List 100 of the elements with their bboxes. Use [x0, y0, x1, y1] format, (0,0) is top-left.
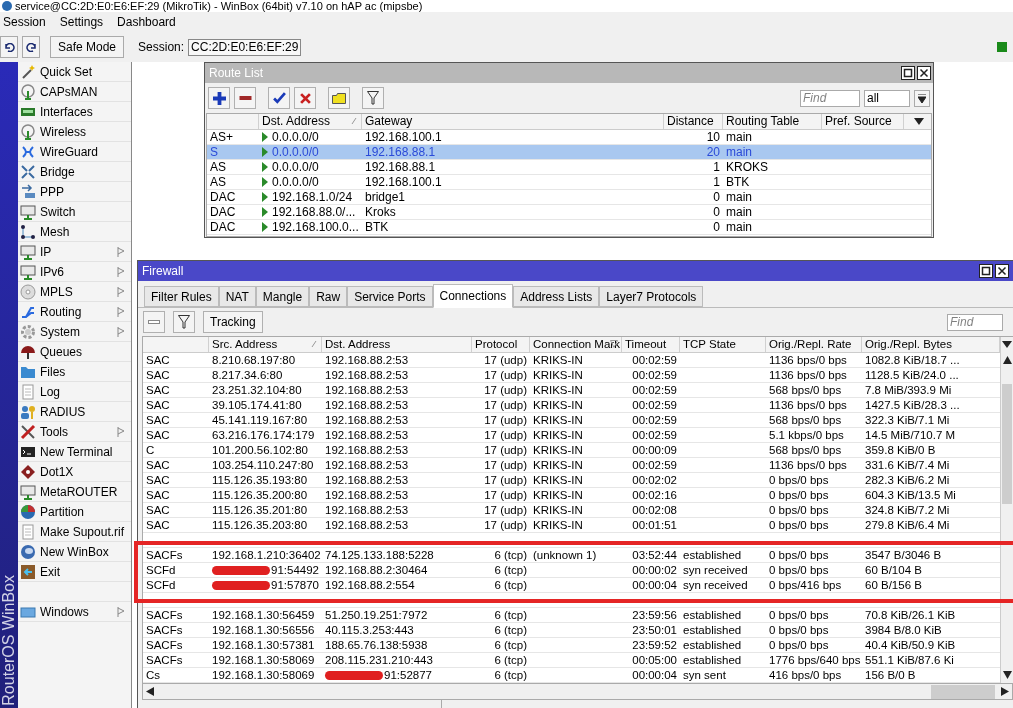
column-header[interactable]: TCP State: [680, 337, 766, 352]
sidebar-item[interactable]: New WinBox: [18, 542, 131, 562]
connection-row[interactable]: SAC 115.126.35.200:80 192.168.88.2:53 17 (udp) KRIKS-IN 00:02:16 0 bps/0 bps 604.3 KiB/13.5 Mi: [143, 488, 1000, 503]
connection-row[interactable]: SACFs 192.168.1.30:56459 51.250.19.251:7972 6 (tcp) 23:59:56 established 0 bps/0 bps 70.8 KiB/26.1 KiB: [143, 608, 1000, 623]
sidebar-item[interactable]: Switch: [18, 202, 131, 222]
column-header[interactable]: Connection Mark: [530, 337, 622, 352]
sidebar-item[interactable]: Make Supout.rif: [18, 522, 131, 542]
column-header[interactable]: Gateway: [362, 114, 664, 129]
tab[interactable]: Layer7 Protocols: [599, 286, 704, 307]
connection-row[interactable]: SAC 23.251.32.104:80 192.168.88.2:53 17 (udp) KRIKS-IN 00:02:59 568 bps/0 bps 7.8 MiB/393.9 Mi: [143, 383, 1000, 398]
sidebar-item[interactable]: RADIUS: [18, 402, 131, 422]
tab[interactable]: Address Lists: [513, 286, 600, 307]
tab[interactable]: NAT: [218, 286, 256, 307]
connection-row[interactable]: SAC 45.141.119.167:80 192.168.88.2:53 17 (udp) KRIKS-IN 00:02:59 568 bps/0 bps 322.3 KiB/7.1 Mi: [143, 413, 1000, 428]
column-header[interactable]: Distance: [664, 114, 723, 129]
scroll-left-icon[interactable]: [146, 687, 154, 696]
sidebar-item[interactable]: PPP: [18, 182, 131, 202]
restore-icon[interactable]: [979, 264, 993, 278]
column-header[interactable]: Orig./Repl. Rate: [766, 337, 862, 352]
session-field[interactable]: CC:2D:E0:E6:EF:29: [188, 38, 302, 56]
connection-row[interactable]: SCFd 91:57870 192.168.88.2:554 6 (tcp) 00:00:04 syn received 0 bps/416 bps 60 B/156 B: [143, 578, 1000, 593]
column-header[interactable]: Routing Table: [723, 114, 822, 129]
connection-row[interactable]: SAC 39.105.174.41:80 192.168.88.2:53 17 (udp) KRIKS-IN 00:02:59 1136 bps/0 bps 1427.5 KiB/28.3 ...: [143, 398, 1000, 413]
connection-row[interactable]: SCFd 91:54492 192.168.88.2:30464 6 (tcp) 00:00:02 syn received 0 bps/0 bps 60 B/104 B: [143, 563, 1000, 578]
menu-item[interactable]: Session: [3, 13, 46, 31]
scroll-down-icon[interactable]: [1002, 671, 1012, 679]
connection-row[interactable]: Cs 192.168.1.30:58069 91:52877 6 (tcp) 00:00:04 syn sent 416 bps/0 bps 156 B/0 B: [143, 668, 1000, 683]
sidebar-item[interactable]: Bridge: [18, 162, 131, 182]
connection-row[interactable]: SACFs 192.168.1.30:58069 208.115.231.210:443 6 (tcp) 00:05:00 established 1776 bps/640 bps 551.1 KiB/87.6 Ki: [143, 653, 1000, 668]
sidebar-item[interactable]: Queues: [18, 342, 131, 362]
sidebar-item[interactable]: Routing: [18, 302, 131, 322]
scrollbar-thumb[interactable]: [1002, 384, 1012, 504]
route-row[interactable]: AS+ 0.0.0.0/0 192.168.100.1 10 main: [207, 130, 931, 145]
column-header[interactable]: Pref. Source: [822, 114, 904, 129]
column-menu-icon[interactable]: [913, 118, 924, 125]
filter-button[interactable]: [173, 311, 195, 333]
tab[interactable]: Raw: [309, 286, 348, 307]
sidebar-item[interactable]: WireGuard: [18, 142, 131, 162]
connection-row[interactable]: SACFs 192.168.1.30:56556 40.115.3.253:443 6 (tcp) 23:50:01 established 0 bps/0 bps 3984 B/8.0 KiB: [143, 623, 1000, 638]
remove-button[interactable]: [143, 311, 165, 333]
column-header[interactable]: Protocol: [472, 337, 530, 352]
tab[interactable]: Filter Rules: [144, 286, 219, 307]
tab[interactable]: Mangle: [255, 286, 310, 307]
scroll-right-icon[interactable]: [1001, 687, 1009, 696]
find-field[interactable]: Find: [947, 313, 1003, 331]
sidebar-item[interactable]: Windows: [18, 602, 131, 622]
sidebar-item[interactable]: CAPsMAN: [18, 82, 131, 102]
connection-row[interactable]: SAC 8.210.68.197:80 192.168.88.2:53 17 (udp) KRIKS-IN 00:02:59 1136 bps/0 bps 1082.8 KiB/18.7 ...: [143, 353, 1000, 368]
undo-button[interactable]: [0, 36, 18, 58]
connection-row[interactable]: SACFs 192.168.1.210:36402 74.125.133.188:5228 6 (tcp) (unknown 1) 03:52:44 established 0 bps/0 bps 3547 B/3046 B: [143, 548, 1000, 563]
column-menu-icon[interactable]: [1002, 341, 1012, 348]
sidebar-item[interactable]: Dot1X: [18, 462, 131, 482]
safe-mode-button[interactable]: Safe Mode: [50, 36, 125, 58]
connection-row[interactable]: SAC 115.126.35.203:80 192.168.88.2:53 17 (udp) KRIKS-IN 00:01:51 0 bps/0 bps 279.8 KiB/6.4 Mi: [143, 518, 1000, 533]
filter-button[interactable]: [362, 87, 384, 109]
close-icon[interactable]: [995, 264, 1009, 278]
scrollbar-thumb[interactable]: [931, 684, 995, 699]
dropdown-button[interactable]: [914, 89, 930, 107]
scroll-up-icon[interactable]: [1002, 356, 1012, 364]
route-row[interactable]: AS 0.0.0.0/0 192.168.88.1 1 KROKS: [207, 160, 931, 175]
connection-row[interactable]: SAC 103.254.110.247:80 192.168.88.2:53 17 (udp) KRIKS-IN 00:02:59 1136 bps/0 bps 331.6 KiB/7.4 Mi: [143, 458, 1000, 473]
sidebar-item[interactable]: Exit: [18, 562, 131, 582]
tab[interactable]: Connections: [432, 284, 514, 308]
sidebar-item[interactable]: MetaROUTER: [18, 482, 131, 502]
sidebar-item[interactable]: System: [18, 322, 131, 342]
connection-row[interactable]: SAC 8.217.34.6:80 192.168.88.2:53 17 (udp) KRIKS-IN 00:02:59 1136 bps/0 bps 1128.5 KiB/24.0 ...: [143, 368, 1000, 383]
route-row[interactable]: AS 0.0.0.0/0 192.168.100.1 1 BTK: [207, 175, 931, 190]
column-header[interactable]: Dst. Address: [322, 337, 472, 352]
close-icon[interactable]: [917, 66, 931, 80]
connection-row[interactable]: SAC 115.126.35.201:80 192.168.88.2:53 17 (udp) KRIKS-IN 00:02:08 0 bps/0 bps 324.8 KiB/7.2 Mi: [143, 503, 1000, 518]
sidebar-item[interactable]: MPLS: [18, 282, 131, 302]
sidebar-item[interactable]: Quick Set: [18, 62, 131, 82]
comment-button[interactable]: [328, 87, 350, 109]
connection-row[interactable]: SACFs 192.168.1.30:57381 188.65.76.138:5938 6 (tcp) 23:59:52 established 0 bps/0 bps 40.4 KiB/50.9 KiB: [143, 638, 1000, 653]
sidebar-item[interactable]: Wireless: [18, 122, 131, 142]
tracking-button[interactable]: Tracking: [203, 311, 263, 333]
route-row[interactable]: DAC 192.168.100.0... BTK 0 main: [207, 220, 931, 235]
sidebar-item[interactable]: Mesh: [18, 222, 131, 242]
menu-item[interactable]: Settings: [59, 13, 104, 31]
column-header[interactable]: Dst. Address: [259, 114, 362, 129]
sidebar-item[interactable]: IPv6: [18, 262, 131, 282]
column-header[interactable]: Timeout: [622, 337, 680, 352]
sidebar-item[interactable]: Tools: [18, 422, 131, 442]
route-row[interactable]: DAC 192.168.1.0/24 bridge1 0 main: [207, 190, 931, 205]
route-row[interactable]: DAC 192.168.88.0/... Kroks 0 main: [207, 205, 931, 220]
sidebar-item[interactable]: Partition: [18, 502, 131, 522]
connection-row[interactable]: SAC 63.216.176.174:179 192.168.88.2:53 17 (udp) KRIKS-IN 00:02:59 5.1 kbps/0 bps 14.5 MiB/710.7 M: [143, 428, 1000, 443]
remove-button[interactable]: [234, 87, 256, 109]
filter-dropdown[interactable]: all: [864, 89, 910, 107]
disable-button[interactable]: [294, 87, 316, 109]
restore-icon[interactable]: [901, 66, 915, 80]
enable-button[interactable]: [268, 87, 290, 109]
connection-row[interactable]: SAC 115.126.35.193:80 192.168.88.2:53 17 (udp) KRIKS-IN 00:02:02 0 bps/0 bps 282.3 KiB/6.2 Mi: [143, 473, 1000, 488]
menu-item[interactable]: Dashboard: [117, 13, 176, 31]
sidebar-item[interactable]: Log: [18, 382, 131, 402]
sidebar-item[interactable]: Files: [18, 362, 131, 382]
add-button[interactable]: [208, 87, 230, 109]
column-header[interactable]: Src. Address: [209, 337, 322, 352]
route-row[interactable]: S 0.0.0.0/0 192.168.88.1 20 main: [207, 145, 931, 160]
redo-button[interactable]: [22, 36, 40, 58]
